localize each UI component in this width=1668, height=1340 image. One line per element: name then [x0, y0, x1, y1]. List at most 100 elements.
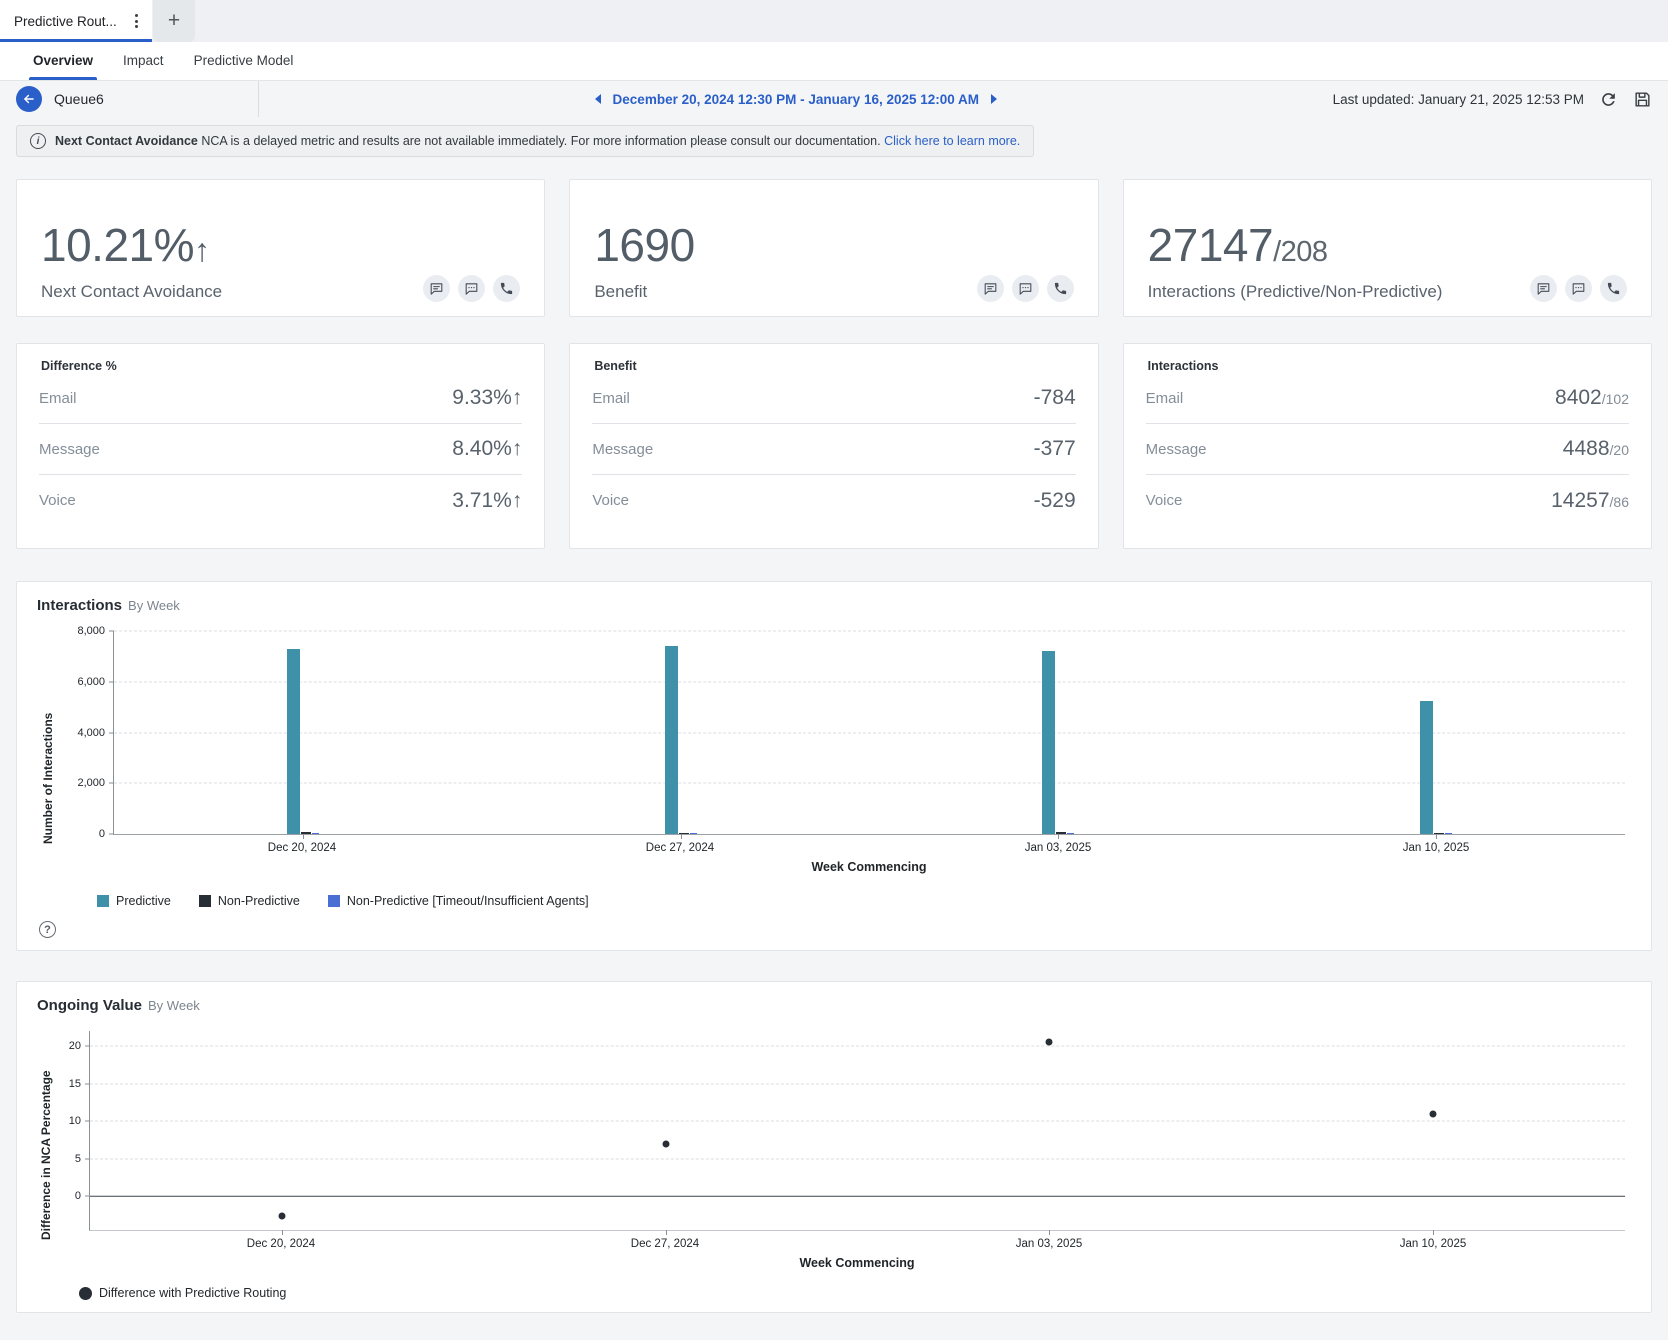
- benefit-label: Benefit: [594, 282, 647, 302]
- nca-info-banner: i Next Contact Avoidance NCA is a delaye…: [16, 125, 1034, 157]
- learn-more-link[interactable]: Click here to learn more.: [884, 134, 1020, 148]
- table-row: Voice-529: [592, 475, 1075, 526]
- bar-non-predictive: [1434, 833, 1444, 834]
- legend-item-non-predictive-timeout-insufficient-agents[interactable]: Non-Predictive [Timeout/Insufficient Age…: [328, 894, 589, 908]
- back-arrow-icon: [22, 92, 36, 106]
- message-channel-icon[interactable]: [458, 275, 485, 302]
- gridline: [114, 681, 1625, 682]
- card-title: Benefit: [592, 359, 1075, 373]
- interactions-label: Interactions (Predictive/Non-Predictive): [1148, 282, 1443, 302]
- channel-filter-buttons: [423, 275, 520, 302]
- chart-subtitle: By Week: [128, 598, 180, 613]
- chart-legend: Predictive Non-Predictive Non-Predictive […: [97, 894, 1631, 908]
- x-tick-label: Jan 10, 2025: [1400, 1238, 1467, 1250]
- refresh-icon[interactable]: [1599, 90, 1618, 109]
- table-row: Message8.40%↑: [39, 424, 522, 475]
- queue-header: Queue6 December 20, 2024 12:30 PM - Janu…: [0, 81, 1668, 117]
- bar-non-predictive-timeout-insufficient-agents: [1067, 833, 1074, 834]
- message-channel-icon[interactable]: [1012, 275, 1039, 302]
- data-point: [662, 1141, 669, 1148]
- ongoing-value-chart-card: Ongoing ValueBy Week Difference in NCA P…: [16, 981, 1652, 1313]
- queue-name: Queue6: [54, 91, 104, 107]
- legend-label: Non-Predictive [Timeout/Insufficient Age…: [347, 894, 589, 908]
- bar-non-predictive-timeout-insufficient-agents: [690, 833, 697, 834]
- benefit-value: 1690: [594, 221, 1073, 269]
- x-tick-label: Dec 27, 2024: [646, 842, 714, 854]
- banner-text: Next Contact Avoidance NCA is a delayed …: [55, 134, 1020, 148]
- bar-non-predictive: [1056, 832, 1066, 834]
- tab-impact[interactable]: Impact: [108, 42, 179, 80]
- card-title: Interactions: [1146, 359, 1629, 373]
- info-icon: i: [30, 133, 46, 149]
- bar-predictive: [287, 649, 300, 834]
- next-date-range-icon[interactable]: [991, 94, 997, 104]
- table-row: Message4488/20: [1146, 424, 1629, 475]
- email-channel-icon[interactable]: [977, 275, 1004, 302]
- plus-icon: +: [168, 9, 180, 33]
- legend-item-predictive[interactable]: Predictive: [97, 894, 171, 908]
- gridline: [90, 1046, 1625, 1047]
- table-row: Voice14257/86: [1146, 475, 1629, 526]
- predictive-routing-dashboard: Predictive Rout... + Overview Impact Pre…: [0, 0, 1668, 1340]
- browser-tabstrip: Predictive Rout... +: [0, 0, 1668, 42]
- table-row: Message-377: [592, 424, 1075, 475]
- bar-non-predictive: [679, 833, 689, 834]
- date-range-label[interactable]: December 20, 2024 12:30 PM - January 16,…: [613, 92, 979, 107]
- table-row: Email9.33%↑: [39, 373, 522, 424]
- app-tab-title: Predictive Rout...: [14, 14, 129, 29]
- bar-predictive: [1042, 651, 1055, 834]
- x-tick-label: Jan 10, 2025: [1403, 842, 1470, 854]
- legend-label: Predictive: [116, 894, 171, 908]
- y-axis-label: Difference in NCA Percentage: [39, 1031, 53, 1240]
- benefit-summary-card: 1690 Benefit: [569, 179, 1098, 317]
- legend-item-difference-with-predictive-routing[interactable]: Difference with Predictive Routing: [79, 1286, 286, 1300]
- new-tab-button[interactable]: +: [153, 0, 195, 42]
- kebab-menu-icon[interactable]: [129, 8, 144, 34]
- summary-cards-row: 10.21%↑ Next Contact Avoidance 1690 Bene…: [16, 179, 1652, 317]
- up-arrow-icon: ↑: [194, 232, 210, 268]
- gridline: [90, 1083, 1625, 1084]
- voice-channel-icon[interactable]: [493, 275, 520, 302]
- chart-legend: Difference with Predictive Routing: [79, 1286, 1631, 1300]
- chart-title: Interactions: [37, 597, 122, 614]
- gridline: [114, 783, 1625, 784]
- legend-swatch-circle: [79, 1287, 92, 1300]
- app-tab[interactable]: Predictive Rout...: [0, 0, 152, 42]
- save-icon[interactable]: [1633, 90, 1652, 109]
- bar-group: [1042, 631, 1074, 834]
- x-axis-labels: Dec 20, 2024Dec 27, 2024Jan 03, 2025Jan …: [89, 1231, 1625, 1255]
- bar-non-predictive-timeout-insufficient-agents: [1445, 833, 1452, 834]
- card-title: Difference %: [39, 359, 522, 373]
- voice-channel-icon[interactable]: [1047, 275, 1074, 302]
- x-tick-label: Jan 03, 2025: [1025, 842, 1092, 854]
- gridline: [90, 1121, 1625, 1122]
- voice-channel-icon[interactable]: [1600, 275, 1627, 302]
- table-row: Email8402/102: [1146, 373, 1629, 424]
- bar-predictive: [665, 646, 678, 834]
- bar-plot-area: 02,0004,0006,0008,000: [113, 631, 1625, 835]
- tab-overview[interactable]: Overview: [18, 42, 108, 80]
- email-channel-icon[interactable]: [1530, 275, 1557, 302]
- nav-tabs: Overview Impact Predictive Model: [0, 42, 1668, 81]
- x-axis-title: Week Commencing: [89, 1256, 1625, 1270]
- interactions-summary-card: 27147/208 Interactions (Predictive/Non-P…: [1123, 179, 1652, 317]
- help-icon[interactable]: ?: [39, 921, 56, 938]
- prev-date-range-icon[interactable]: [595, 94, 601, 104]
- nca-label: Next Contact Avoidance: [41, 282, 222, 302]
- table-row: Voice3.71%↑: [39, 475, 522, 526]
- tab-predictive-model[interactable]: Predictive Model: [179, 42, 309, 80]
- date-range-picker[interactable]: December 20, 2024 12:30 PM - January 16,…: [259, 92, 1333, 107]
- chart-title-row: Interactions By Week: [37, 597, 1631, 615]
- email-channel-icon[interactable]: [423, 275, 450, 302]
- detail-cards-row: Difference % Email9.33%↑ Message8.40%↑ V…: [16, 343, 1652, 549]
- gridline: [90, 1158, 1625, 1159]
- legend-label: Non-Predictive: [218, 894, 300, 908]
- bar-non-predictive-timeout-insufficient-agents: [312, 833, 319, 834]
- x-tick-label: Dec 27, 2024: [631, 1238, 699, 1250]
- message-channel-icon[interactable]: [1565, 275, 1592, 302]
- back-button[interactable]: [16, 86, 42, 112]
- interactions-detail-card: Interactions Email8402/102 Message4488/2…: [1123, 343, 1652, 549]
- interactions-chart-card: InteractionsBy Week Number of Interactio…: [16, 581, 1652, 951]
- chart-subtitle: By Week: [148, 998, 200, 1013]
- legend-item-non-predictive[interactable]: Non-Predictive: [199, 894, 300, 908]
